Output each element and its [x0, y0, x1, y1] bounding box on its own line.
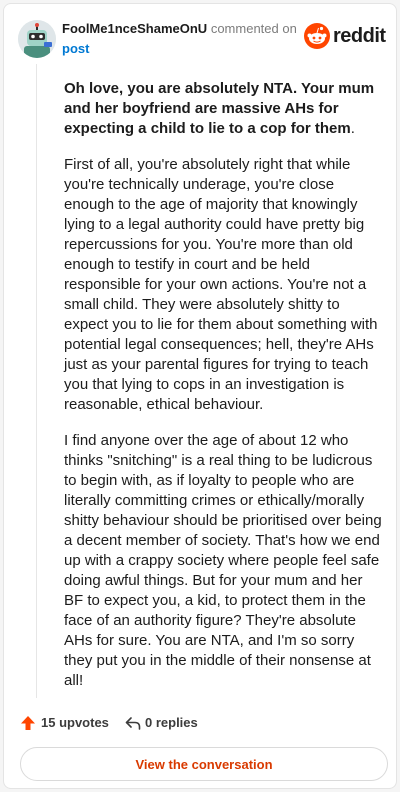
post-link[interactable]: post	[62, 41, 89, 56]
action-text: commented on	[210, 21, 297, 36]
snoo-avatar-icon	[18, 20, 56, 58]
view-conversation-button[interactable]: View the conversation	[20, 747, 388, 781]
upvote-count: 15 upvotes	[41, 715, 109, 730]
comment-footer: 15 upvotes 0 replies	[20, 712, 380, 734]
reddit-wordmark: reddit	[333, 25, 386, 47]
comment-paragraph: I find anyone over the age of about 12 w…	[64, 432, 382, 689]
comment-meta: FoolMe1nceShameOnU commented on post	[62, 19, 312, 59]
comment-card: FoolMe1nceShameOnU commented on post red…	[3, 3, 397, 789]
upvote-arrow-icon[interactable]	[20, 715, 36, 731]
comment-lead-end: .	[350, 120, 355, 137]
user-avatar[interactable]	[18, 20, 56, 58]
comment-paragraph: First of all, you're absolutely right th…	[64, 156, 378, 413]
thread-line	[36, 64, 37, 698]
reddit-brand[interactable]: reddit	[304, 21, 386, 51]
comment-body: Oh love, you are absolutely NTA. Your mu…	[64, 79, 384, 707]
comment-lead-paragraph: Oh love, you are absolutely NTA. Your mu…	[64, 79, 384, 139]
reply-arrow-icon[interactable]	[125, 715, 141, 731]
reddit-logo-icon	[304, 23, 330, 49]
username-link[interactable]: FoolMe1nceShameOnU	[62, 21, 207, 36]
comment-lead-bold: Oh love, you are absolutely NTA. Your mu…	[64, 80, 375, 137]
reply-count: 0 replies	[145, 715, 198, 730]
comment-header: FoolMe1nceShameOnU commented on post red…	[18, 18, 386, 59]
